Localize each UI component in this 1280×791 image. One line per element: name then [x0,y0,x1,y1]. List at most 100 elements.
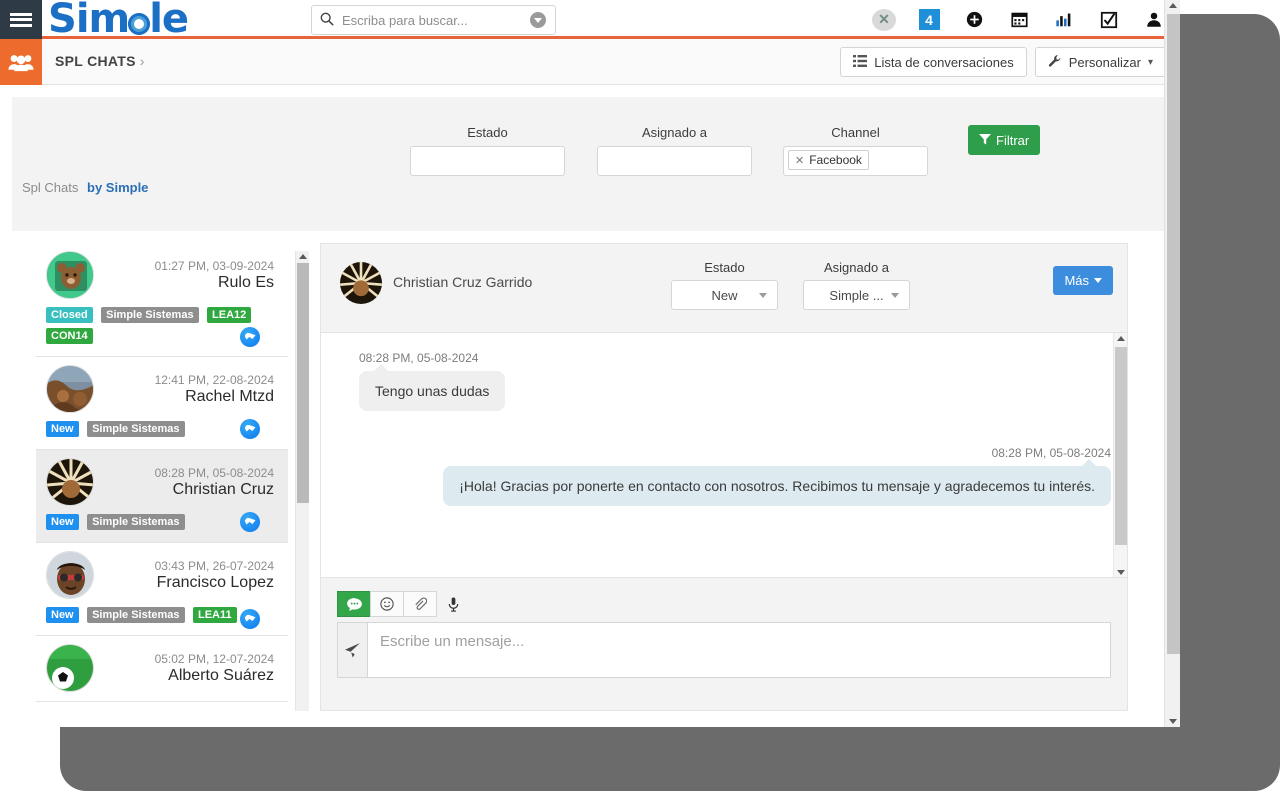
chart-icon[interactable] [1052,8,1076,32]
conversation-item-rulo-es[interactable]: 01:27 PM, 03-09-2024 Rulo Es Closed Simp… [36,243,288,357]
avatar [46,644,94,692]
conversation-list-scrollbar[interactable] [295,251,309,711]
conversation-tags: New Simple Sistemas [46,419,278,440]
conversation-time: 12:41 PM, 22-08-2024 [154,372,274,387]
facebook-messenger-icon[interactable] [240,609,260,629]
conversation-item-christian-cruz[interactable]: 08:28 PM, 05-08-2024 Christian Cruz New … [36,450,288,543]
add-circle-icon[interactable] [962,8,986,32]
message-timestamp: 08:28 PM, 05-08-2024 [359,351,479,365]
customize-button[interactable]: Personalizar ▾ [1034,47,1166,77]
status-badge: New [46,607,79,623]
chip-remove-icon[interactable]: ✕ [795,154,804,167]
scrollbar-thumb[interactable] [1115,347,1127,545]
aperture-icon [128,13,151,35]
breadcrumb-bar: SPL CHATS › Lista de conversaciones Perso… [0,39,1180,85]
search-dropdown-icon[interactable] [530,12,546,28]
conversation-item-alberto-suarez[interactable]: 05:02 PM, 12-07-2024 Alberto Suárez [36,636,288,702]
channel-chip-facebook[interactable]: ✕ Facebook [788,150,869,170]
conversation-name: Rachel Mtzd [185,387,274,405]
scroll-up-icon[interactable] [299,254,307,259]
byline: Spl Chats by Simple [22,180,148,195]
facebook-messenger-icon[interactable] [240,419,260,439]
chat-estado-field: Estado New [671,260,778,310]
message-input[interactable] [367,622,1111,678]
message-outgoing: 08:28 PM, 05-08-2024 ¡Hola! Gracias por … [377,446,1111,507]
chat-estado-label: Estado [704,260,745,275]
filter-estado: Estado [410,125,565,176]
chat-asignado-field: Asignado a Simple ... [803,260,910,310]
hamburger-menu-icon[interactable] [0,0,42,39]
send-button[interactable] [337,622,367,678]
chat-header: Christian Cruz Garrido Estado New Asigna… [321,244,1127,333]
emoji-tool[interactable] [370,591,404,617]
conversation-tags: Closed Simple Sistemas LEA12 CON14 [46,305,278,347]
scroll-down-icon[interactable] [1169,719,1177,724]
filter-channel-input[interactable]: ✕ Facebook [783,146,928,176]
message-composer [321,578,1127,710]
text-message-tool[interactable] [337,591,371,617]
conversation-list[interactable]: 01:27 PM, 03-09-2024 Rulo Es Closed Simp… [36,243,288,711]
filter-button[interactable]: Filtrar [968,125,1041,155]
chat-workspace: 01:27 PM, 03-09-2024 Rulo Es Closed Simp… [12,243,1168,712]
byline-link[interactable]: by Simple [87,180,148,195]
page-scrollbar[interactable] [1164,0,1180,727]
conversation-list-button-label: Lista de conversaciones [874,54,1014,70]
composer-row [337,622,1111,678]
message-area-scrollbar[interactable] [1113,333,1127,577]
scroll-up-icon[interactable] [1169,3,1177,8]
conversation-item-francisco-lopez[interactable]: 03:43 PM, 26-07-2024 Francisco Lopez New… [36,543,288,636]
filter-estado-input[interactable] [410,146,565,176]
filter-asignado: Asignado a [597,125,752,176]
scroll-up-icon[interactable] [1117,336,1125,341]
facebook-messenger-icon[interactable] [240,512,260,532]
more-button[interactable]: Más [1053,266,1113,295]
conversation-item-rachel-mtzd[interactable]: 12:41 PM, 22-08-2024 Rachel Mtzd New Sim… [36,357,288,450]
global-search[interactable] [311,5,556,35]
user-icon[interactable] [1142,8,1166,32]
chat-estado-select[interactable]: New [671,280,778,310]
filter-panel: Estado Asignado a Channel ✕ Facebook Fil… [12,97,1168,231]
navbar-icon-group: ✕ 4 [872,0,1166,39]
conversation-tags: New Simple Sistemas [46,512,278,533]
status-badge: New [46,514,79,530]
scrollbar-thumb[interactable] [297,263,309,503]
attachment-tool[interactable] [403,591,437,617]
label-badge: LEA11 [192,607,237,623]
chat-asignado-value: Simple ... [829,287,884,303]
label-badge: CON14 [46,328,93,344]
scroll-down-icon[interactable] [1117,570,1125,575]
chat-estado-value: New [711,287,738,303]
checklist-icon[interactable] [1097,8,1121,32]
xero-icon[interactable]: ✕ [872,8,896,32]
customize-button-label: Personalizar [1068,54,1141,70]
filter-asignado-input[interactable] [597,146,752,176]
filter-channel-label: Channel [831,125,880,140]
status-badge: New [46,421,79,437]
conversation-name: Rulo Es [217,273,274,291]
conversation-list-button[interactable]: Lista de conversaciones [840,47,1027,77]
conversation-name: Alberto Suárez [168,666,274,684]
filter-channel: Channel ✕ Facebook [783,125,928,176]
facebook-messenger-icon[interactable] [240,327,260,347]
funnel-icon [979,133,991,148]
more-button-label: Más [1064,273,1089,288]
conversation-time: 08:28 PM, 05-08-2024 [154,465,274,480]
calendar-icon[interactable] [1007,8,1031,32]
avatar [46,365,94,413]
group-people-icon [0,39,42,85]
scrollbar-thumb[interactable] [1167,14,1180,654]
status-badge: Closed [46,307,93,323]
application-window: Simle ✕ 4 [0,0,1180,727]
chevron-down-icon [891,293,899,298]
conversation-name: Francisco Lopez [156,573,274,591]
brand-logo: Sim le [48,0,189,42]
notification-count-icon[interactable]: 4 [917,8,941,32]
conversation-name: Christian Cruz [172,480,274,498]
message-timestamp: 08:28 PM, 05-08-2024 [991,446,1111,460]
search-input[interactable] [334,12,530,28]
filter-button-label: Filtrar [996,132,1030,148]
chat-asignado-select[interactable]: Simple ... [803,280,910,310]
voice-tool[interactable] [436,591,470,617]
filter-estado-label: Estado [467,125,508,140]
contact-name: Christian Cruz Garrido [393,274,533,290]
